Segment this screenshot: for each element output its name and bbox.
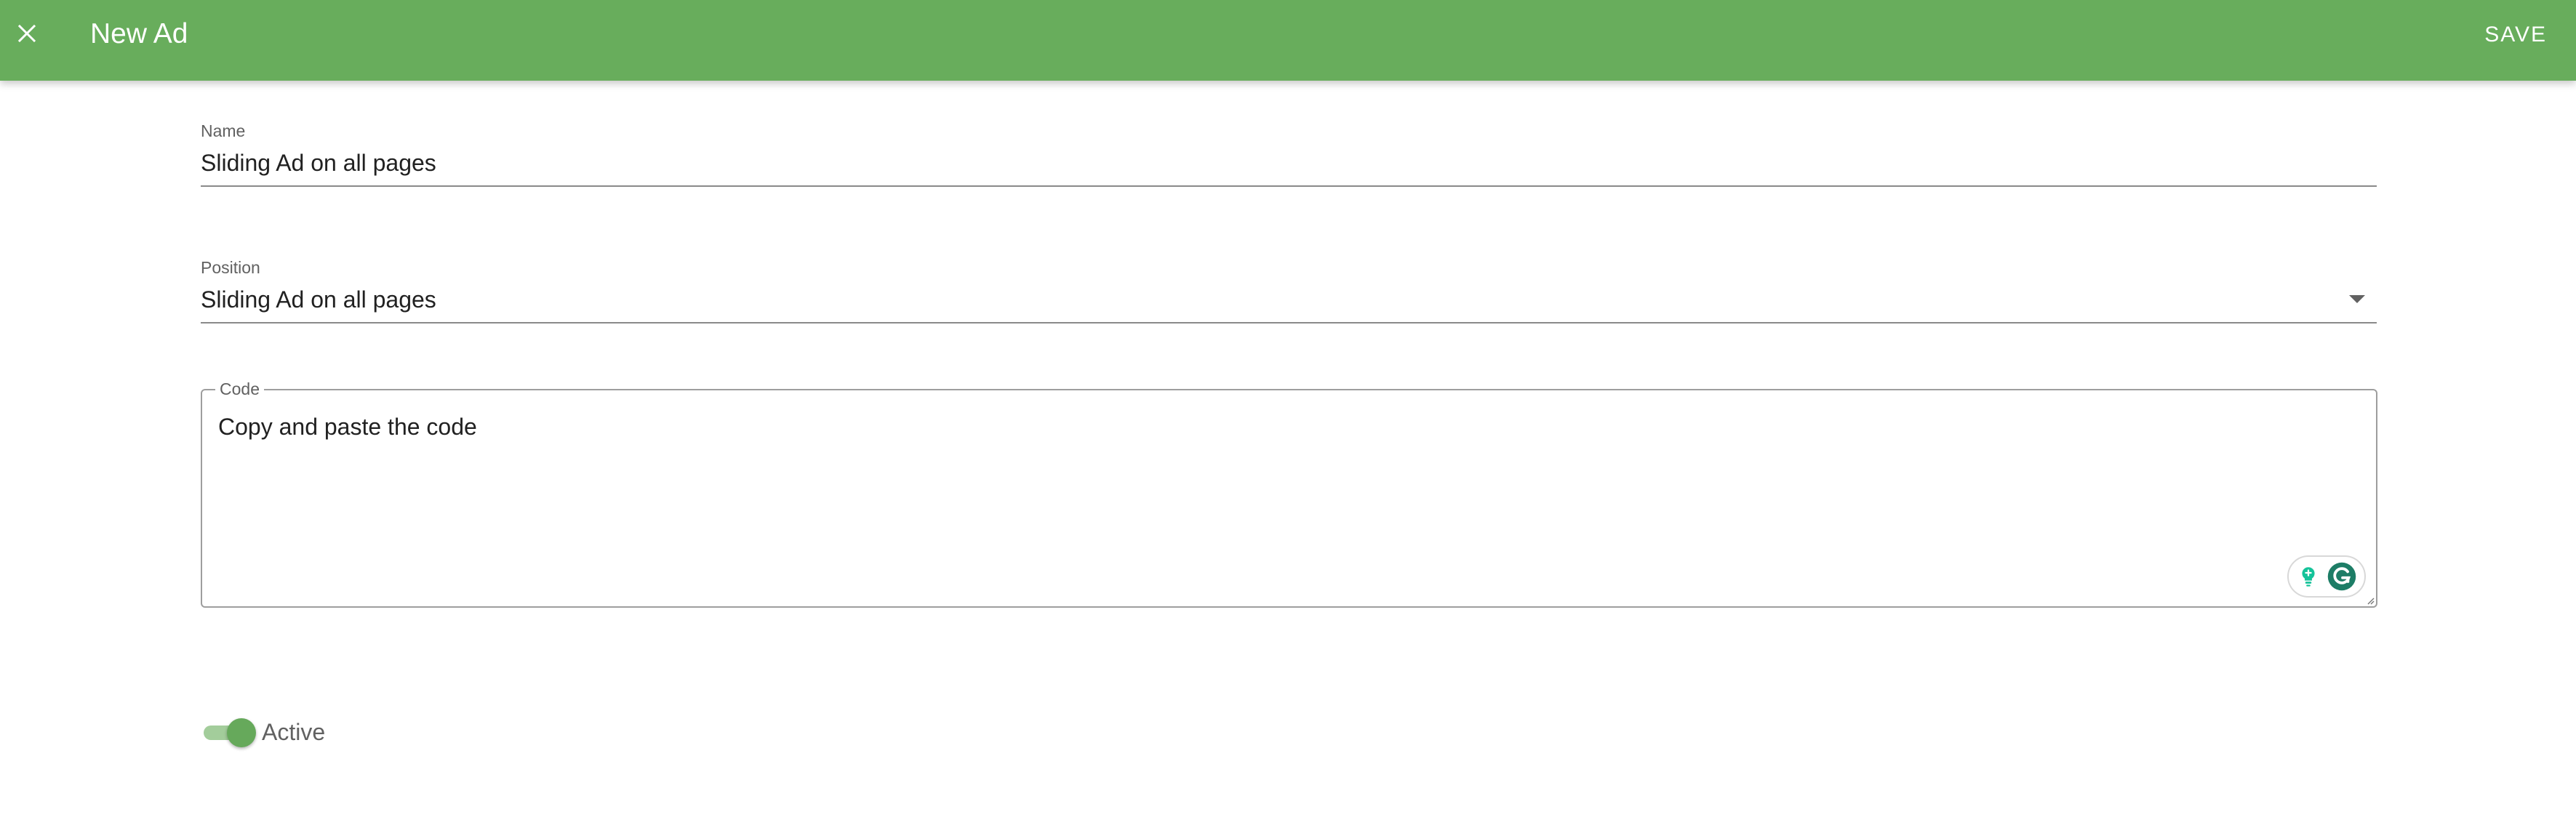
position-label: Position — [201, 258, 260, 277]
active-toggle[interactable] — [202, 716, 257, 748]
toggle-thumb — [227, 718, 256, 747]
code-placeholder[interactable]: Copy and paste the code — [218, 412, 477, 441]
position-underline — [201, 322, 2377, 323]
active-toggle-row: Active — [202, 714, 325, 750]
resize-handle-icon[interactable] — [2364, 595, 2375, 605]
app-bar: New Ad SAVE — [0, 0, 2576, 81]
name-underline — [201, 185, 2377, 187]
grammarly-widget[interactable] — [2287, 555, 2366, 598]
code-label: Code — [215, 379, 264, 399]
save-button[interactable]: SAVE — [2484, 20, 2547, 49]
name-input[interactable]: Sliding Ad on all pages — [201, 148, 436, 177]
active-label: Active — [262, 719, 326, 745]
lightbulb-icon[interactable] — [2296, 564, 2321, 589]
code-textarea[interactable]: Code Copy and paste the code — [201, 379, 2377, 608]
close-button[interactable] — [9, 15, 45, 52]
name-label: Name — [201, 121, 246, 140]
position-select[interactable]: Position Sliding Ad on all pages — [201, 257, 2377, 326]
name-field[interactable]: Name Sliding Ad on all pages — [201, 121, 2377, 189]
close-icon — [17, 24, 36, 43]
chevron-down-icon[interactable] — [2349, 295, 2365, 303]
grammarly-icon[interactable] — [2327, 561, 2357, 592]
position-selected-value[interactable]: Sliding Ad on all pages — [201, 285, 436, 314]
page-title: New Ad — [90, 18, 188, 49]
